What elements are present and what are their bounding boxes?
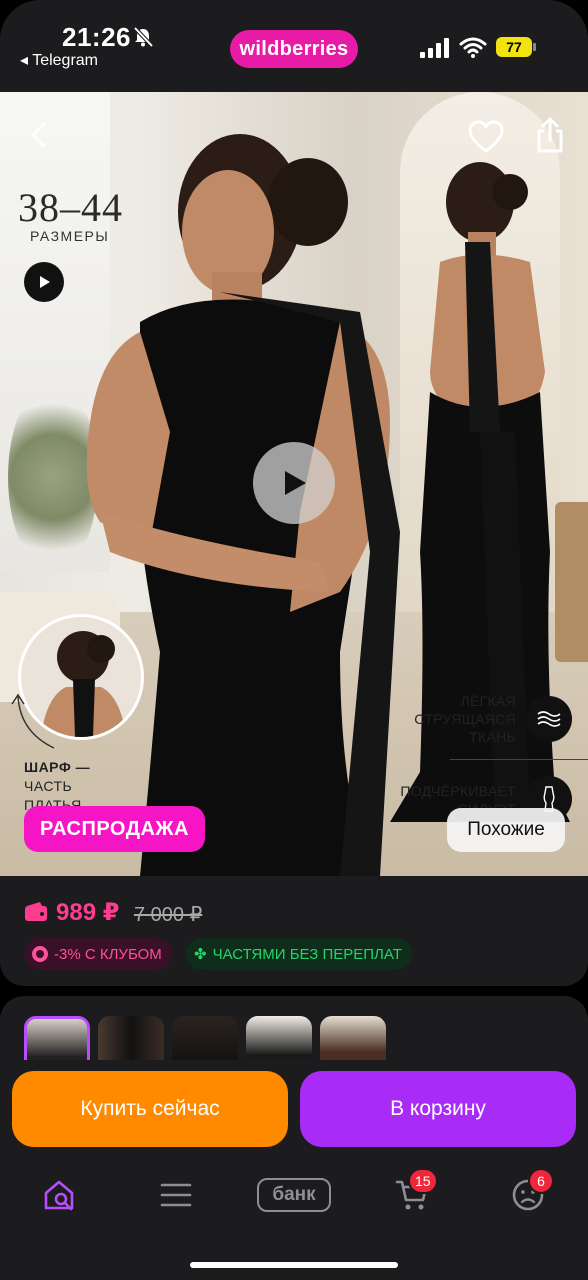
back-to-telegram-link[interactable]: ◂ Telegram [20,50,98,70]
brand-logo: wildberries [230,30,358,68]
feature-silhouette-line1: ПОДЧЁРКИВАЕТ [400,783,516,799]
club-discount-label: -3% С КЛУБОМ [54,945,162,963]
status-bar: 21:26 ◂ Telegram wildberries 77 [0,0,588,92]
menu-icon [160,1183,192,1207]
club-icon [32,946,48,962]
current-price: 989 ₽ [56,899,120,926]
battery-level: 77 [506,39,522,55]
buy-now-button[interactable]: Купить сейчас [12,1071,288,1147]
price-card: 989 ₽ 7 000 ₽ -3% С КЛУБОМ ✤ ЧАСТЯМИ БЕЗ… [0,876,588,986]
arrow-pointer-icon [11,693,55,749]
signal-icon [420,38,449,58]
bank-icon: банк [257,1178,331,1212]
bell-muted-icon [133,26,154,48]
wifi-icon [459,37,487,58]
heart-icon[interactable] [468,120,504,154]
size-range: 38–44 [18,185,123,230]
home-indicator[interactable] [190,1262,398,1268]
home-search-icon [44,1180,74,1211]
sale-badge: РАСПРОДАЖА [24,806,205,852]
play-icon [285,471,306,495]
similar-products-button[interactable]: Похожие [447,808,565,852]
feature-fabric-line2: СТРУЯЩАЯСЯ [414,711,516,727]
share-icon[interactable] [534,116,566,154]
tab-profile[interactable]: 6 [508,1168,554,1218]
installments-label: ЧАСТЯМИ БЕЗ ПЕРЕПЛАТ [212,945,402,963]
cart-count-badge: 15 [408,1168,438,1194]
product-photo-gallery[interactable]: 38–44 РАЗМЕРЫ ШАРФ — ЧАСТЬ ПЛАТЬЯ ЛЁГКАЯ… [0,92,588,876]
feature-fabric-line3: ТКАНЬ [469,729,516,745]
waves-icon [526,696,572,742]
add-to-cart-button[interactable]: В корзину [300,1071,576,1147]
feature-fabric-line1: ЛЁГКАЯ [460,693,516,709]
club-discount-badge[interactable]: -3% С КЛУБОМ [24,938,172,970]
tab-catalog[interactable] [156,1172,196,1218]
clover-icon: ✤ [194,946,207,963]
old-price: 7 000 ₽ [134,904,203,926]
feature-fabric-caption: ЛЁГКАЯ СТРУЯЩАЯСЯ ТКАНЬ [400,692,516,746]
bottom-tab-bar: банк 15 6 [0,1160,588,1280]
status-time: 21:26 [62,22,131,52]
tab-bank[interactable]: банк [256,1172,332,1218]
scarf-caption-title: ШАРФ — [24,759,91,775]
wallet-icon [25,902,47,921]
installments-badge[interactable]: ✤ ЧАСТЯМИ БЕЗ ПЕРЕПЛАТ [186,938,412,970]
play-icon [40,276,50,288]
purchase-actions: Купить сейчас В корзину [0,1060,588,1160]
video-play-button[interactable] [253,442,335,524]
back-chevron-icon[interactable] [24,120,54,150]
profile-count-badge: 6 [528,1168,554,1194]
scarf-caption-line2: ЧАСТЬ [24,778,73,794]
tab-cart[interactable]: 15 [392,1168,438,1218]
tab-home[interactable] [38,1172,82,1218]
battery-icon: 77 [496,37,536,57]
size-range-caption: РАЗМЕРЫ [30,228,110,244]
feature-divider [450,759,588,760]
small-play-button[interactable] [24,262,64,302]
